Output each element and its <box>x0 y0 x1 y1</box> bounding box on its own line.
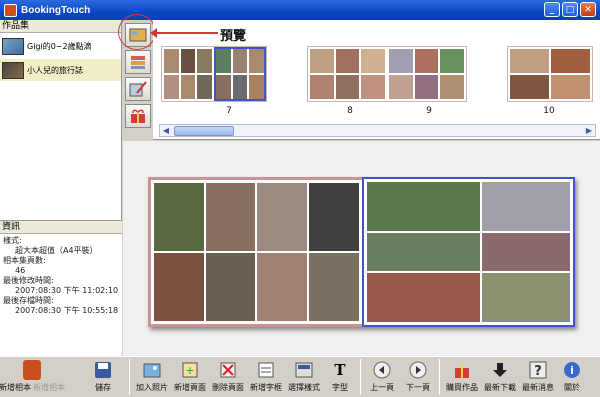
album-item[interactable]: Gigi的0~2歲點滴 <box>0 35 121 57</box>
scroll-left-icon[interactable]: ◀ <box>160 125 172 136</box>
buy-button[interactable]: 購買作品 <box>443 357 481 397</box>
delete-icon <box>217 360 239 380</box>
news-label: 最新消息 <box>522 383 554 392</box>
title-bar: BookingTouch _ □ ✕ <box>0 0 600 20</box>
gift-icon[interactable] <box>125 104 151 128</box>
new-album-ghost-label: 新增相本 <box>33 383 65 392</box>
spread-page <box>214 47 266 101</box>
next-icon <box>407 360 429 380</box>
scroll-right-icon[interactable]: ▶ <box>583 125 595 136</box>
minimize-button[interactable]: _ <box>544 2 560 17</box>
info-line: 2007:08:30 下午 11:02:10 <box>15 286 119 295</box>
page-number: 8 <box>347 106 353 116</box>
info-line: 相本集頁數: <box>3 256 46 265</box>
add-text-label: 新增字框 <box>250 383 282 392</box>
album-label: 小人兒的旅行誌 <box>27 65 83 75</box>
font-icon: T <box>334 361 346 379</box>
add-page-button[interactable]: + 新增頁面 <box>171 357 209 397</box>
next-page-button[interactable]: 下一頁 <box>400 357 436 397</box>
spread-8-9[interactable] <box>307 46 467 102</box>
info-line: 最後存檔時間: <box>3 296 54 305</box>
page-number: 7 <box>226 106 232 116</box>
albums-panel: 作品集 Gigi的0~2歲點滴 小人兒的旅行誌 資訊 樣式: 超大本超值（A4平裝… <box>0 20 122 356</box>
svg-text:?: ? <box>534 364 542 379</box>
spread-page <box>508 47 592 101</box>
font-button[interactable]: T 字型 <box>323 357 357 397</box>
download-label: 最新下載 <box>484 383 516 392</box>
arrow-annotation <box>150 28 218 38</box>
info-line: 超大本超值（A4平裝） <box>15 246 98 255</box>
spread-page <box>162 47 214 101</box>
add-text-button[interactable]: 新增字框 <box>247 357 285 397</box>
font-label: 字型 <box>332 383 348 392</box>
scrollbar-thumb[interactable] <box>174 126 234 136</box>
delete-page-button[interactable]: 刪除頁面 <box>209 357 247 397</box>
info-icon: i <box>561 360 583 380</box>
album-label: Gigi的0~2歲點滴 <box>27 41 92 51</box>
horizontal-scrollbar[interactable]: ◀ ▶ <box>159 124 596 137</box>
right-page-selected[interactable] <box>361 177 575 327</box>
prev-page-button[interactable]: 上一頁 <box>364 357 400 397</box>
spread-page <box>387 47 466 101</box>
next-page-label: 下一頁 <box>406 383 430 392</box>
choose-style-label: 選擇樣式 <box>288 383 320 392</box>
album-spread <box>148 177 575 327</box>
new-album-button[interactable]: 新增相本 新增相本 <box>0 357 65 397</box>
disk-icon <box>92 360 114 380</box>
page-add-icon: + <box>179 360 201 380</box>
add-photo-button[interactable]: 加入照片 <box>133 357 171 397</box>
choose-style-button[interactable]: 選擇樣式 <box>285 357 323 397</box>
add-page-label: 新增頁面 <box>174 383 206 392</box>
info-line: 2007:08:30 下午 10:55:18 <box>15 306 119 315</box>
about-button[interactable]: i 關於 <box>557 357 587 397</box>
prev-icon <box>371 360 393 380</box>
album-thumbnail <box>2 61 24 79</box>
app-icon <box>4 3 17 17</box>
editor-canvas[interactable] <box>123 141 600 356</box>
info-line: 最後修改時間: <box>3 276 54 285</box>
style-icon <box>293 360 315 380</box>
close-button[interactable]: ✕ <box>580 2 596 17</box>
info-header: 資訊 <box>0 221 122 234</box>
album-item-selected[interactable]: 小人兒的旅行誌 <box>0 59 121 81</box>
help-icon: ? <box>527 360 549 380</box>
photo-icon <box>141 360 163 380</box>
new-album-label: 新增相本 <box>0 383 31 392</box>
left-page[interactable] <box>148 177 362 327</box>
save-label: 儲存 <box>95 383 111 392</box>
info-line: 樣式: <box>3 236 22 245</box>
text-frame-icon <box>255 360 277 380</box>
prev-page-label: 上一頁 <box>370 383 394 392</box>
delete-page-label: 刪除頁面 <box>212 383 244 392</box>
download-icon <box>489 360 511 380</box>
album-icon <box>23 360 41 380</box>
bottom-toolbar: 新增相本 新增相本 儲存 加入照片 + 新增頁面 刪除頁面 新增字框 選擇樣式 T… <box>0 356 600 396</box>
preview-strip: 預覽 7 8 9 10 ◀ ▶ <box>150 20 600 140</box>
spread-10[interactable] <box>507 46 593 102</box>
download-button[interactable]: 最新下載 <box>481 357 519 397</box>
svg-text:i: i <box>570 364 574 377</box>
info-lines: 樣式: 超大本超值（A4平裝） 相本集頁數: 46 最後修改時間: 2007:08:30 … <box>0 234 122 318</box>
preview-label: 預覽 <box>220 29 247 44</box>
info-panel: 資訊 樣式: 超大本超值（A4平裝） 相本集頁數: 46 最後修改時間: 2007:08:… <box>0 220 122 356</box>
stack-icon[interactable] <box>125 50 151 74</box>
albums-header: 作品集 <box>0 20 121 33</box>
page-number: 10 <box>543 106 555 116</box>
spread-page <box>308 47 387 101</box>
news-button[interactable]: ? 最新消息 <box>519 357 557 397</box>
window-title: BookingTouch <box>21 4 91 16</box>
buy-label: 購買作品 <box>446 383 478 392</box>
spread-7[interactable] <box>161 46 267 102</box>
svg-text:+: + <box>185 364 194 377</box>
maximize-button[interactable]: □ <box>562 2 578 17</box>
save-button[interactable]: 儲存 <box>80 357 126 397</box>
page-number: 9 <box>426 106 432 116</box>
info-line: 46 <box>15 266 26 275</box>
add-photo-label: 加入照片 <box>136 383 168 392</box>
gift-icon <box>451 360 473 380</box>
album-thumbnail <box>2 37 24 55</box>
edit-icon[interactable] <box>125 77 151 101</box>
about-label: 關於 <box>564 383 580 392</box>
